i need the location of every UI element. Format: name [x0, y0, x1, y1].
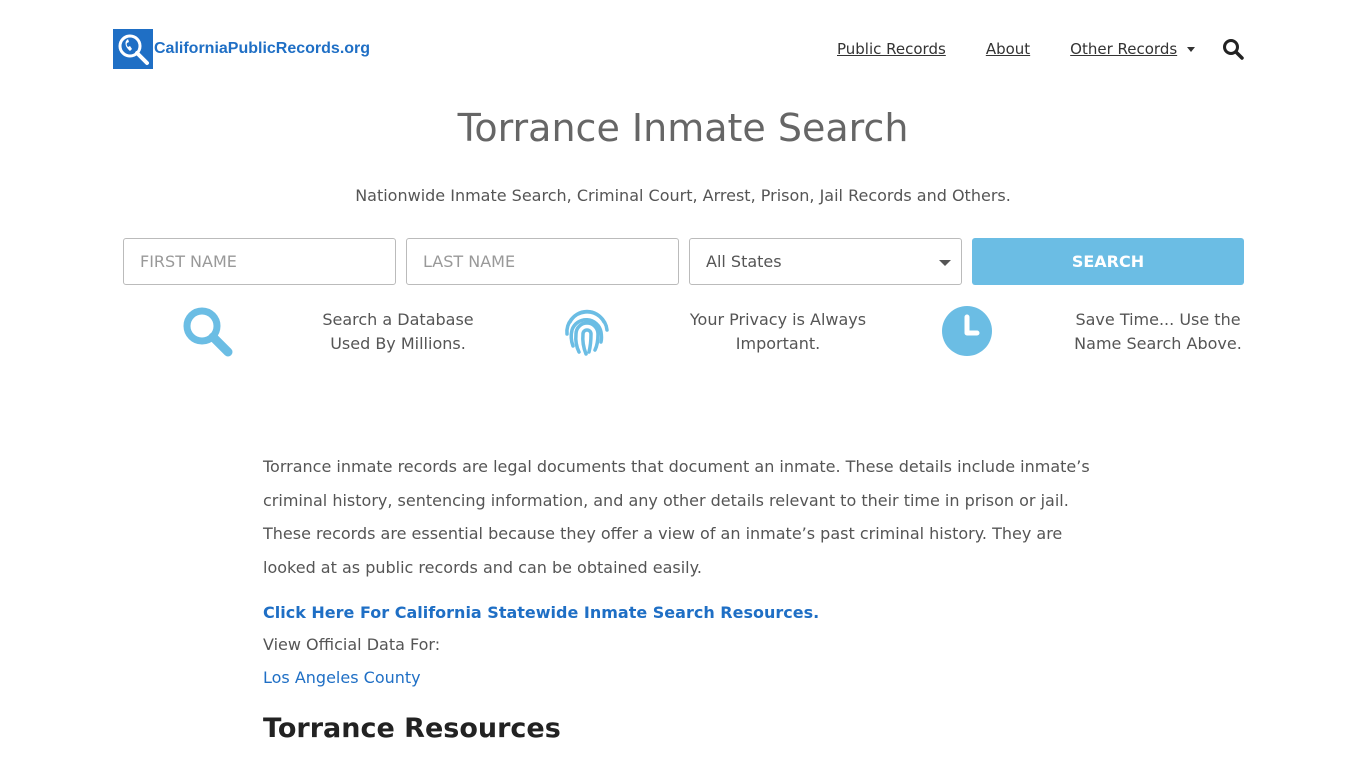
page-title: Torrance Inmate Search	[457, 106, 909, 150]
nav-about[interactable]: About	[986, 40, 1030, 58]
caret-down-icon	[1187, 47, 1196, 52]
magnifier-phone-icon	[113, 29, 153, 69]
site-header: CaliforniaPublicRecords.org Public Recor…	[0, 0, 1366, 100]
importance-paragraph: These records are essential because they…	[263, 524, 1063, 577]
intro-paragraph: Torrance inmate records are legal docume…	[263, 457, 1090, 510]
last-name-input[interactable]	[406, 238, 679, 285]
statewide-resources-link[interactable]: Click Here For California Statewide Inma…	[263, 598, 1103, 628]
feature-row: Search a Database Used By Millions. Your…	[123, 304, 1243, 364]
feature-save-time-line1: Save Time... Use the	[1075, 310, 1241, 329]
state-select-value: All States	[706, 252, 782, 271]
site-logo[interactable]: CaliforniaPublicRecords.org	[113, 29, 370, 69]
view-official-label: View Official Data For:	[263, 635, 441, 654]
select-arrow-icon	[939, 260, 951, 266]
feature-save-time-line2: Name Search Above.	[1074, 334, 1242, 353]
state-select[interactable]: All States	[689, 238, 962, 285]
fingerprint-icon	[560, 304, 614, 358]
feature-save-time: Save Time... Use the Name Search Above.	[1048, 308, 1268, 356]
logo-text: CaliforniaPublicRecords.org	[154, 40, 371, 57]
main-content: Torrance inmate records are legal docume…	[263, 450, 1103, 694]
county-link[interactable]: Los Angeles County	[263, 661, 1103, 694]
nav-other-records-label: Other Records	[1070, 40, 1178, 58]
feature-database-line1: Search a Database	[322, 310, 474, 329]
feature-database: Search a Database Used By Millions.	[288, 308, 508, 356]
clock-icon	[940, 304, 994, 358]
inmate-search-form: All States SEARCH	[123, 238, 1244, 285]
magnifier-icon	[180, 304, 234, 358]
resources-heading: Torrance Resources	[263, 713, 561, 744]
feature-privacy-line1: Your Privacy is Always	[689, 310, 867, 329]
nav-public-records[interactable]: Public Records	[837, 40, 946, 58]
feature-privacy-line2: Important.	[735, 334, 821, 353]
page-subtitle: Nationwide Inmate Search, Criminal Court…	[355, 186, 1011, 205]
main-nav: Public Records About Other Records	[837, 40, 1196, 58]
nav-other-records[interactable]: Other Records	[1070, 40, 1196, 58]
search-icon[interactable]	[1222, 38, 1244, 60]
feature-database-line2: Used By Millions.	[330, 334, 466, 353]
search-button[interactable]: SEARCH	[972, 238, 1244, 285]
feature-privacy: Your Privacy is Always Important.	[668, 308, 888, 356]
first-name-input[interactable]	[123, 238, 396, 285]
